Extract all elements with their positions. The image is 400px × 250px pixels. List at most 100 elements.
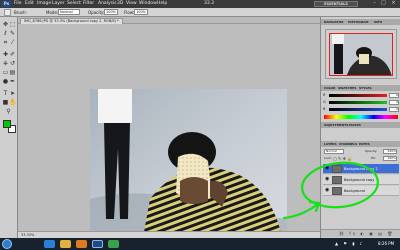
layers-opacity-label: Opacity: <box>365 149 378 153</box>
gradient-tool-icon[interactable]: ▤ <box>9 69 16 76</box>
start-button[interactable] <box>2 239 12 249</box>
pen-tool-icon[interactable]: ✒ <box>9 78 16 85</box>
mode-label: Mode: <box>46 10 59 15</box>
photoshop-logo: Ps <box>2 1 11 7</box>
chat-icon[interactable] <box>108 240 119 248</box>
tab-adjustments[interactable]: ADJUSTMENTS <box>324 123 348 128</box>
lasso-tool-icon[interactable]: ℓ <box>2 30 9 37</box>
layers-opacity-field[interactable]: 100% <box>383 149 397 154</box>
menu-3d[interactable]: 3D <box>117 1 123 7</box>
slider-label-b: B <box>323 107 326 111</box>
color-panel-header: COLOR SWATCHES STYLES <box>321 85 400 91</box>
brush-tool-icon[interactable]: ✐ <box>9 51 16 58</box>
menu-view[interactable]: View <box>126 1 137 7</box>
crop-tool-icon[interactable]: ⌗ <box>2 39 9 46</box>
navigator-thumbnail <box>330 34 392 75</box>
color-slider-g[interactable]: G 0 <box>323 100 399 105</box>
color-slider-r[interactable]: R 0 <box>323 93 399 98</box>
slider-value-b[interactable]: 0 <box>389 107 399 112</box>
flow-field[interactable]: 100% <box>134 9 148 15</box>
photo-image <box>90 89 287 250</box>
adjustments-panel-header: ADJUSTMENTS MASKS <box>321 122 400 128</box>
slider-track-r[interactable] <box>329 94 387 97</box>
tab-color[interactable]: COLOR <box>324 86 335 91</box>
document-tab-bar: IMG_8786.JPG @ 33.3% (Background copy 2,… <box>18 17 320 24</box>
brush-label: Brush: <box>14 10 27 15</box>
slider-value-r[interactable]: 0 <box>389 93 399 98</box>
menu-bar: Ps File Edit Image Layer Select Filter A… <box>0 0 400 8</box>
marquee-tool-icon[interactable]: ⬚ <box>9 21 16 28</box>
workspace-switcher[interactable]: ESSENTIALS <box>314 1 358 7</box>
blend-mode-select[interactable]: Normal <box>324 149 344 154</box>
zoom-select[interactable]: 33.3 <box>204 1 214 7</box>
hand-tool-icon[interactable]: ✋ <box>9 99 16 106</box>
green-annotation <box>282 161 379 220</box>
navigator-panel-header: NAVIGATOR HISTOGRAM INFO <box>321 19 400 25</box>
opacity-label: Opacity: <box>88 10 105 15</box>
slider-track-g[interactable] <box>329 101 387 104</box>
folder-icon[interactable] <box>60 240 71 248</box>
history-brush-tool-icon[interactable]: ↺ <box>9 60 16 67</box>
photo-canvas[interactable] <box>90 89 287 250</box>
annotation-arrow <box>282 202 320 220</box>
navigator-view-box[interactable] <box>329 33 393 76</box>
mode-select[interactable]: Normal <box>58 9 80 15</box>
maximize-icon[interactable]: □ <box>380 1 387 6</box>
menu-image[interactable]: Image <box>37 1 51 7</box>
opacity-field[interactable]: 100% <box>104 9 118 15</box>
canvas-area[interactable] <box>18 24 320 250</box>
quick-select-tool-icon[interactable]: ✎ <box>9 30 16 37</box>
fill-field[interactable]: 100% <box>383 156 397 161</box>
tab-histogram[interactable]: HISTOGRAM <box>348 20 368 25</box>
color-slider-b[interactable]: B 0 <box>323 107 399 112</box>
navigator-preview[interactable] <box>325 29 397 79</box>
tab-swatches[interactable]: SWATCHES <box>338 86 356 91</box>
color-spectrum[interactable] <box>324 115 398 119</box>
status-bar: 33.33% <box>18 231 320 238</box>
clock[interactable]: 8:26 PM <box>378 240 394 248</box>
slider-label-r: R <box>323 93 326 97</box>
minimize-icon[interactable]: – <box>371 1 378 6</box>
tab-masks[interactable]: MASKS <box>349 123 361 128</box>
close-icon[interactable]: × <box>390 1 397 6</box>
ie-icon[interactable] <box>44 240 55 248</box>
menu-filter[interactable]: Filter <box>83 1 94 7</box>
dodge-tool-icon[interactable]: ● <box>2 78 9 85</box>
slider-track-b[interactable] <box>329 108 387 111</box>
path-select-tool-icon[interactable]: ➤ <box>9 90 16 97</box>
taskbar: ▲ ⚑ ▮ ♪ 8:26 PM <box>0 238 400 250</box>
foreground-color-swatch[interactable] <box>3 120 11 128</box>
zoom-tool-icon[interactable]: ⚲ <box>5 108 12 115</box>
slider-value-g[interactable]: 0 <box>389 100 399 105</box>
clone-tool-icon[interactable]: ⎈ <box>2 60 9 67</box>
brush-preset-icon[interactable] <box>4 9 11 16</box>
menu-analysis[interactable]: Analysis <box>98 1 117 7</box>
type-tool-icon[interactable]: T <box>2 90 9 97</box>
tray-icons[interactable]: ▲ ⚑ ▮ ♪ <box>335 240 364 248</box>
menu-edit[interactable]: Edit <box>25 1 34 7</box>
tab-styles[interactable]: STYLES <box>359 86 372 91</box>
menu-file[interactable]: File <box>14 1 22 7</box>
layers-footer-buttons[interactable]: ⛓ fx ◐ ▣ ▤ 🗑 <box>321 229 400 237</box>
healing-tool-icon[interactable]: ✚ <box>2 51 9 58</box>
shape-tool-icon[interactable]: ■ <box>2 99 9 106</box>
tab-navigator[interactable]: NAVIGATOR <box>324 20 344 25</box>
menu-window[interactable]: Window <box>139 1 157 7</box>
tab-layers[interactable]: LAYERS <box>324 142 337 147</box>
photoshop-icon[interactable] <box>92 240 103 248</box>
options-bar: Brush: Mode: Normal Opacity: 100% Flow: … <box>0 8 400 17</box>
flow-label: Flow: <box>124 10 135 15</box>
eyedropper-tool-icon[interactable]: ⁄ <box>9 39 16 46</box>
slider-label-g: G <box>323 100 326 104</box>
media-player-icon[interactable] <box>76 240 87 248</box>
menu-layer[interactable]: Layer <box>52 1 65 7</box>
menu-select[interactable]: Select <box>67 1 81 7</box>
move-tool-icon[interactable]: ✥ <box>2 21 9 28</box>
toolbox: ✥ ⬚ ℓ ✎ ⌗ ⁄ ✚ ✐ ⎈ ↺ ▭ ▤ ● ✒ T ➤ ■ ✋ ⚲ <box>0 17 18 238</box>
eraser-tool-icon[interactable]: ▭ <box>2 69 9 76</box>
tab-channels[interactable]: CHANNELS <box>339 142 357 147</box>
menu-help[interactable]: Help <box>157 1 167 7</box>
tab-info[interactable]: INFO <box>374 20 382 25</box>
tab-paths[interactable]: PATHS <box>359 142 370 147</box>
layers-panel-header: LAYERS CHANNELS PATHS <box>321 141 400 147</box>
